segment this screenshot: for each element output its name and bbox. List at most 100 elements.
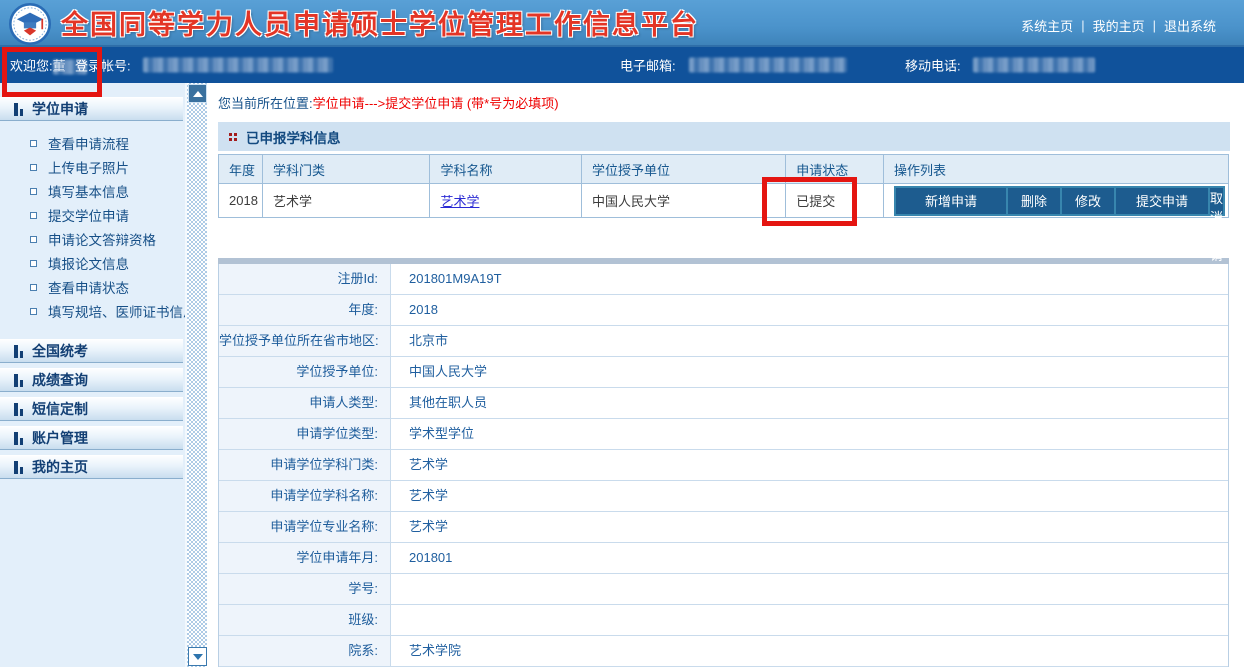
detail-value <box>391 574 1228 604</box>
sidebar-item[interactable]: 查看申请状态 <box>0 275 185 299</box>
detail-row: 学位申请年月:201801 <box>219 543 1228 574</box>
square-bullet-icon <box>30 188 37 195</box>
phone-label: 移动电话: <box>905 56 961 75</box>
sidebar-section-degree-application[interactable]: 学位申请 <box>0 97 183 121</box>
nav-link-system-home[interactable]: 系统主页 <box>1021 16 1073 35</box>
sidebar-section[interactable]: 我的主页 <box>0 455 183 479</box>
site-title: 全国同等学力人员申请硕士学位管理工作信息平台 <box>61 3 699 42</box>
square-bullet-icon <box>30 308 37 315</box>
square-bullet-icon <box>30 260 37 267</box>
detail-row: 学位授予单位所在省市地区:北京市 <box>219 326 1228 357</box>
detail-label: 申请学位学科门类: <box>219 450 391 480</box>
sidebar-section[interactable]: 全国统考 <box>0 339 183 363</box>
detail-value: 其他在职人员 <box>391 388 1228 418</box>
nav-link-my-home[interactable]: 我的主页 <box>1093 16 1145 35</box>
sidebar-item[interactable]: 申请论文答辩资格 <box>0 227 185 251</box>
sidebar-scrollbar[interactable] <box>185 83 207 667</box>
down-arrow-icon <box>193 654 203 660</box>
submit-application-button[interactable]: 提交申请 <box>1116 188 1208 214</box>
detail-label: 注册Id: <box>219 264 391 294</box>
col-header-year: 年度 <box>219 155 263 184</box>
sidebar-item-label: 查看申请状态 <box>48 277 129 297</box>
action-button-bar: 新增申请删除修改提交申请取消申请 <box>894 186 1225 216</box>
breadcrumb-prefix: 您当前所在位置: <box>218 96 313 111</box>
detail-value: 学术型学位 <box>391 419 1228 449</box>
detail-value: 艺术学院 <box>391 636 1228 666</box>
col-header-subject-name: 学科名称 <box>430 155 582 184</box>
email-label: 电子邮箱: <box>620 56 676 75</box>
sidebar-item[interactable]: 填写规培、医师证书信息 <box>0 299 185 323</box>
square-bullet-icon <box>30 284 37 291</box>
detail-row: 学位授予单位:中国人民大学 <box>219 357 1228 388</box>
table-row: 2018 艺术学 艺术学 中国人民大学 已提交 新增申请删除修改提交申请取消申请 <box>219 184 1229 218</box>
square-bullet-icon <box>30 140 37 147</box>
sidebar-item[interactable]: 填写基本信息 <box>0 179 185 203</box>
sidebar-item[interactable]: 查看申请流程 <box>0 131 185 155</box>
detail-value: 艺术学 <box>391 512 1228 542</box>
detail-label: 学位授予单位: <box>219 357 391 387</box>
main-content: 您当前所在位置:学位申请--->提交学位申请 (带*号为必填项) 已申报学科信息… <box>207 83 1244 667</box>
section-bars-icon <box>14 345 23 358</box>
nav-link-logout[interactable]: 退出系统 <box>1164 16 1216 35</box>
detail-label: 学位申请年月: <box>219 543 391 573</box>
declared-subjects-table: 年度 学科门类 学科名称 学位授予单位 申请状态 操作列表 2018 艺术学 艺… <box>218 154 1229 218</box>
new-application-button[interactable]: 新增申请 <box>896 188 1006 214</box>
scroll-up-button[interactable] <box>188 84 207 103</box>
detail-row: 院系:艺术学院 <box>219 636 1228 667</box>
detail-label: 申请学位类型: <box>219 419 391 449</box>
sidebar-items: 查看申请流程上传电子照片填写基本信息提交学位申请申请论文答辩资格填报论文信息查看… <box>0 121 185 339</box>
top-nav: 系统主页 | 我的主页 | 退出系统 <box>1021 16 1216 35</box>
up-arrow-icon <box>193 91 203 97</box>
detail-row: 申请学位学科门类:艺术学 <box>219 450 1228 481</box>
nav-separator: | <box>1081 18 1084 33</box>
sidebar-section[interactable]: 成绩查询 <box>0 368 183 392</box>
sidebar-section-label: 全国统考 <box>32 341 88 361</box>
nav-separator: | <box>1153 18 1156 33</box>
sidebar-item-label: 填写基本信息 <box>48 181 129 201</box>
detail-value: 中国人民大学 <box>391 357 1228 387</box>
sidebar: 学位申请 查看申请流程上传电子照片填写基本信息提交学位申请申请论文答辩资格填报论… <box>0 83 185 667</box>
detail-row: 申请学位学科名称:艺术学 <box>219 481 1228 512</box>
sidebar-item[interactable]: 提交学位申请 <box>0 203 185 227</box>
sidebar-section-label: 短信定制 <box>32 399 88 419</box>
status-text: 已提交 <box>786 184 884 218</box>
detail-value: 201801M9A19T <box>391 264 1228 294</box>
sidebar-item-label: 查看申请流程 <box>48 133 129 153</box>
scroll-down-button[interactable] <box>188 647 207 666</box>
sidebar-item-label: 提交学位申请 <box>48 205 129 225</box>
redacted-email <box>689 58 847 73</box>
detail-label: 年度: <box>219 295 391 325</box>
sidebar-item[interactable]: 上传电子照片 <box>0 155 185 179</box>
section-bars-icon <box>14 432 23 445</box>
cancel-application-button[interactable]: 取消申请 <box>1210 188 1223 214</box>
section-header-declared-subjects: 已申报学科信息 <box>218 122 1230 151</box>
detail-label: 申请学位专业名称: <box>219 512 391 542</box>
login-account-label: 登录帐号: <box>75 56 131 75</box>
section-bars-icon <box>14 103 23 116</box>
site-logo-icon <box>9 3 51 45</box>
detail-label: 学号: <box>219 574 391 604</box>
section-title: 已申报学科信息 <box>246 127 341 147</box>
cell-category: 艺术学 <box>262 184 429 218</box>
detail-label: 院系: <box>219 636 391 666</box>
subject-link[interactable]: 艺术学 <box>440 194 479 209</box>
detail-value: 201801 <box>391 543 1228 573</box>
section-bars-icon <box>14 461 23 474</box>
square-bullet-icon <box>30 164 37 171</box>
detail-value <box>391 605 1228 635</box>
top-banner: 全国同等学力人员申请硕士学位管理工作信息平台 系统主页 | 我的主页 | 退出系… <box>0 0 1244 47</box>
sidebar-section[interactable]: 短信定制 <box>0 397 183 421</box>
detail-value: 2018 <box>391 295 1228 325</box>
sidebar-section-label: 我的主页 <box>32 457 88 477</box>
square-bullet-icon <box>30 236 37 243</box>
cell-university: 中国人民大学 <box>581 184 785 218</box>
table-header-row: 年度 学科门类 学科名称 学位授予单位 申请状态 操作列表 <box>219 155 1229 184</box>
delete-button[interactable]: 删除 <box>1008 188 1060 214</box>
modify-button[interactable]: 修改 <box>1062 188 1114 214</box>
detail-value: 艺术学 <box>391 450 1228 480</box>
sidebar-section[interactable]: 账户管理 <box>0 426 183 450</box>
sidebar-item[interactable]: 填报论文信息 <box>0 251 185 275</box>
detail-row: 申请学位专业名称:艺术学 <box>219 512 1228 543</box>
square-bullet-icon <box>30 212 37 219</box>
detail-label: 学位授予单位所在省市地区: <box>219 326 391 356</box>
